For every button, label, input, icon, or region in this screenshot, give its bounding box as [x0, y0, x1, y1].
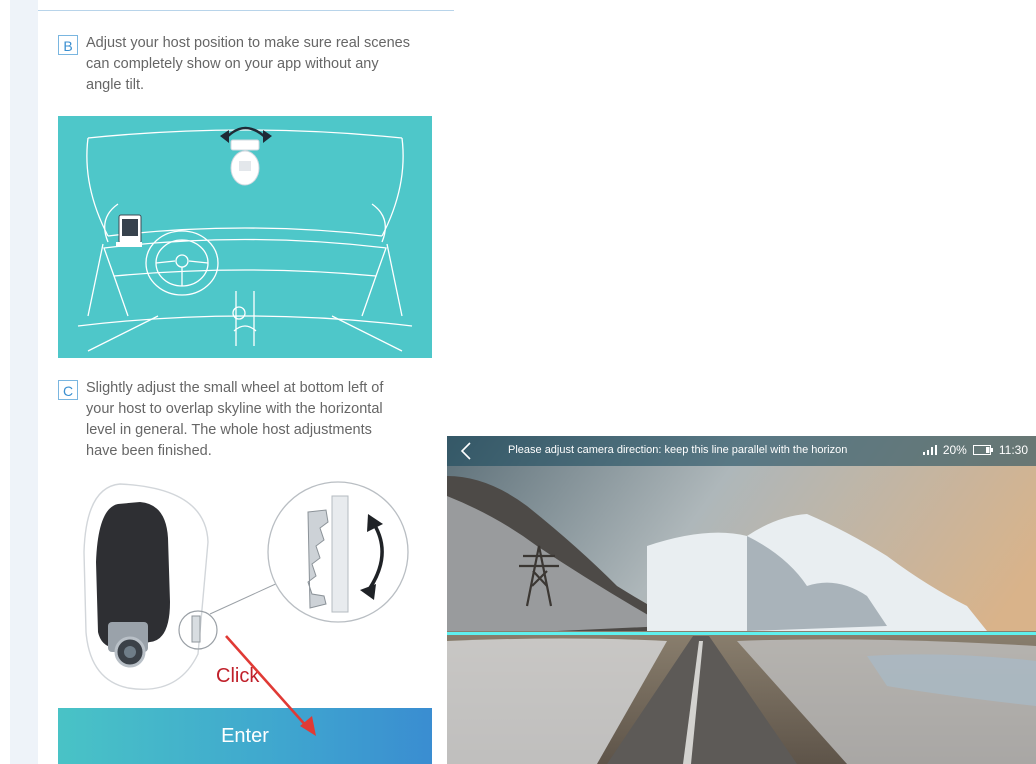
camera-top-bar: Please adjust camera direction: keep thi…: [447, 436, 1036, 466]
camera-preview-panel: Please adjust camera direction: keep thi…: [447, 436, 1036, 764]
signal-bars-icon: [922, 445, 937, 455]
step-c-line-4: have been finished.: [86, 443, 212, 459]
left-gutter: [10, 0, 38, 764]
mirror-mount: [230, 139, 260, 151]
callout-line: [209, 581, 281, 615]
step-c-text: Slightly adjust the small wheel at botto…: [86, 378, 456, 462]
camera-scene-image: [447, 436, 1036, 764]
camera-instruction-title: Please adjust camera direction: keep thi…: [508, 444, 848, 456]
step-c-line-3: level in general. The whole host adjustm…: [86, 422, 372, 438]
battery-percent: 20%: [942, 443, 967, 457]
step-b-text: Adjust your host position to make sure r…: [86, 33, 456, 96]
step-b-line-1: Adjust your host position to make sure r…: [86, 35, 410, 51]
battery-icon: [972, 445, 993, 455]
chevron-left-icon[interactable]: [459, 441, 473, 461]
step-c-badge: C: [58, 380, 78, 400]
clock-time: 11:30: [998, 443, 1028, 457]
horizon-guide-line: [447, 632, 1036, 635]
step-b-badge: B: [58, 35, 78, 55]
step-c-line-2: your host to overlap skyline with the ho…: [86, 401, 383, 417]
status-bar: 20% 11:30: [922, 443, 1028, 457]
top-divider: [38, 10, 454, 11]
step-c-line-1: Slightly adjust the small wheel at botto…: [86, 380, 384, 396]
step-b-line-2: can completely show on your app without …: [86, 56, 379, 72]
step-b-line-3: angle tilt.: [86, 77, 145, 93]
click-arrow-icon: [225, 635, 316, 736]
car-interior-illustration: [58, 116, 432, 358]
